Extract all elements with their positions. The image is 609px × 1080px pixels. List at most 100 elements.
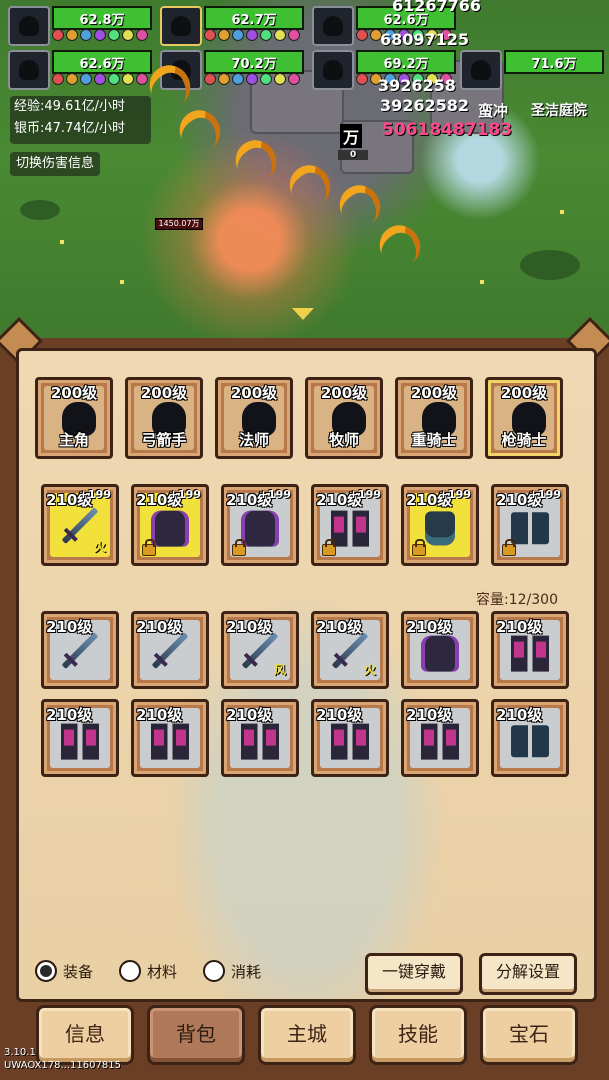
location-name: 圣洁庭院: [531, 103, 587, 119]
enhance-level: +199: [528, 488, 561, 501]
nav-gems[interactable]: 宝石: [480, 1005, 578, 1065]
equipped-slot-gloves[interactable]: 210级 +199: [401, 484, 479, 566]
radio-icon: [203, 960, 225, 982]
hero-tab-mage[interactable]: 200级 法师: [215, 377, 293, 459]
element-tag: 火: [363, 663, 376, 677]
hero-status-card[interactable]: 62.7万: [160, 6, 304, 46]
boss-name: 万: [340, 124, 363, 148]
hero-avatar: [8, 6, 50, 46]
element-tag: 火: [93, 540, 106, 554]
hero-status-card[interactable]: 62.6万: [8, 50, 152, 90]
filter-materials[interactable]: 材料: [119, 960, 177, 982]
equipped-slot-boots[interactable]: 210级 +199: [491, 484, 569, 566]
armor-icon: [151, 510, 189, 547]
hp-value: 62.6万: [79, 57, 125, 72]
hero-status-card[interactable]: 62.8万: [8, 6, 152, 46]
inventory-item[interactable]: 210级 火: [311, 611, 389, 689]
hero-tab-archer[interactable]: 200级 弓箭手: [125, 377, 203, 459]
boots-icon: [511, 512, 549, 545]
greaves-icon: [61, 723, 99, 760]
hero-name: 重骑士: [411, 431, 457, 449]
enemy-label: 蛮冲: [478, 102, 509, 120]
hero-tab-protagonist[interactable]: 200级 主角: [35, 377, 113, 459]
decompose-settings-button[interactable]: 分解设置: [479, 953, 577, 995]
inventory-item[interactable]: 210级: [491, 611, 569, 689]
nav-skills[interactable]: 技能: [369, 1005, 467, 1065]
inventory-item[interactable]: 210级: [131, 699, 209, 777]
item-level: 210级: [136, 706, 183, 724]
nav-main-city[interactable]: 主城: [258, 1005, 356, 1065]
bag-capacity: 容量:12/300: [476, 592, 558, 608]
hp-value: 71.6万: [531, 57, 577, 72]
item-level: 210级: [136, 618, 183, 636]
enhance-level: +199: [438, 488, 471, 501]
buff-icons: [204, 29, 300, 41]
inventory-item[interactable]: 210级: [41, 611, 119, 689]
hero-status-card[interactable]: 71.6万: [460, 50, 604, 90]
hero-avatar: [312, 50, 354, 90]
inventory-item[interactable]: 210级: [131, 611, 209, 689]
damage-number: 50618487183: [382, 120, 513, 140]
inventory-item[interactable]: 210级: [401, 611, 479, 689]
item-level: 210级: [226, 706, 273, 724]
coin-rate: 银币:47.74亿/小时: [14, 121, 125, 136]
damage-number: 3926258: [378, 76, 456, 95]
boss-counter: 0: [338, 150, 369, 160]
enhance-level: +199: [168, 488, 201, 501]
flower: [480, 280, 484, 284]
equipped-slot-legs[interactable]: 210级 +199: [311, 484, 389, 566]
boots-icon: [511, 725, 549, 758]
buff-icons: [204, 73, 300, 85]
hero-level: 200级: [320, 384, 368, 402]
hero-tab-heavy-knight[interactable]: 200级 重骑士: [395, 377, 473, 459]
inventory-item[interactable]: 210级 风: [221, 611, 299, 689]
inventory-item[interactable]: 210级: [41, 699, 119, 777]
hero-level: 200级: [410, 384, 458, 402]
hero-tab-priest[interactable]: 200级 牧师: [305, 377, 383, 459]
enhance-level: +199: [258, 488, 291, 501]
inventory-item[interactable]: 210级: [311, 699, 389, 777]
lock-icon: [502, 539, 516, 556]
lock-icon: [142, 539, 156, 556]
armor-icon: [421, 635, 459, 672]
item-level: 210级: [496, 618, 543, 636]
radio-icon: [35, 960, 57, 982]
equipped-slot-armor[interactable]: 210级 +199: [221, 484, 299, 566]
hp-value: 69.2万: [383, 57, 429, 72]
filter-label: 消耗: [231, 962, 262, 981]
inventory-item[interactable]: 210级: [491, 699, 569, 777]
enhance-level: +199: [348, 488, 381, 501]
buff-icons: [52, 29, 148, 41]
filter-label: 装备: [63, 962, 94, 981]
hero-name: 弓箭手: [141, 431, 187, 449]
toggle-damage-info-button[interactable]: 切换伤害信息: [10, 152, 101, 176]
item-level: 210级: [406, 618, 453, 636]
gauntlet-icon: [425, 511, 455, 546]
hp-bar: 69.2万: [356, 50, 456, 74]
damage-number: 68097125: [380, 30, 470, 49]
nav-bag[interactable]: 背包: [147, 1005, 245, 1065]
item-level: 210级: [496, 706, 543, 724]
hero-tab-lancer[interactable]: 200级 枪骑士: [485, 377, 563, 459]
hp-value: 62.8万: [79, 13, 125, 28]
equipped-slot-helmet[interactable]: 210级 +199: [131, 484, 209, 566]
equip-all-button[interactable]: 一键穿戴: [365, 953, 463, 995]
item-level: 210级: [316, 618, 363, 636]
user-id: UWAOX178...11607815: [4, 1060, 121, 1071]
equipped-slot-weapon[interactable]: 210级 +199 火: [41, 484, 119, 566]
filter-consumables[interactable]: 消耗: [203, 960, 261, 982]
greaves-icon: [331, 723, 369, 760]
flower: [60, 240, 64, 244]
bag-panel: 200级 主角 200级 弓箭手 200级 法师 200级 牧师 200级 重骑…: [0, 316, 609, 1080]
filter-equipment[interactable]: 装备: [35, 960, 93, 982]
damage-number: 61267766: [392, 0, 482, 15]
exp-rate: 经验:49.61亿/小时: [14, 99, 125, 114]
flower: [120, 280, 124, 284]
inventory-item[interactable]: 210级: [221, 699, 299, 777]
armor-icon: [241, 510, 279, 547]
greaves-icon: [421, 723, 459, 760]
item-level: 210级: [46, 618, 93, 636]
income-stats: 经验:49.61亿/小时 银币:47.74亿/小时: [10, 96, 151, 144]
collapse-arrow-icon[interactable]: [292, 308, 314, 320]
inventory-item[interactable]: 210级: [401, 699, 479, 777]
